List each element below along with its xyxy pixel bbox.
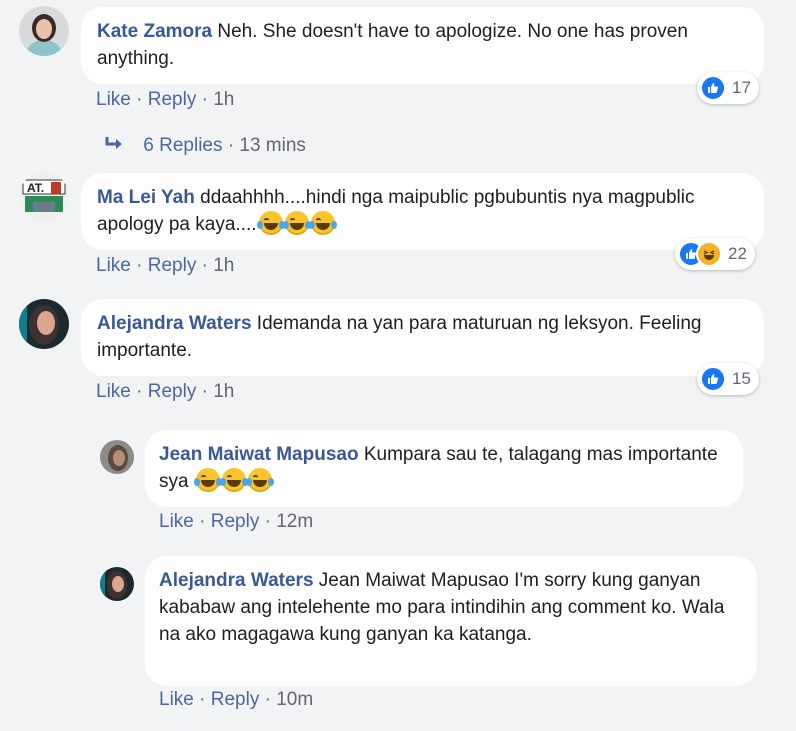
comment-actions: Like · Reply · 1h (96, 89, 234, 111)
avatar[interactable] (100, 567, 134, 601)
reply-button[interactable]: Reply (211, 511, 260, 532)
reply-button[interactable]: Reply (211, 689, 260, 710)
separator: · (136, 89, 143, 110)
comment-bubble: Alejandra Waters Idemanda na yan para ma… (81, 299, 764, 376)
like-button[interactable]: Like (96, 381, 131, 402)
avatar-photo (100, 440, 134, 474)
reply-button[interactable]: Reply (148, 89, 197, 110)
separator: · (264, 511, 271, 532)
laughing-tears-emoji (219, 468, 248, 492)
timestamp[interactable]: 12m (276, 511, 313, 532)
reply-actions: Like · Reply · 12m (159, 511, 313, 533)
reply-actions: Like · Reply · 10m (159, 689, 313, 711)
timestamp[interactable]: 1h (213, 89, 234, 110)
reaction-count: 17 (732, 78, 751, 97)
separator: · (201, 89, 208, 110)
like-icon (700, 366, 726, 392)
svg-text:AT.: AT. (27, 181, 44, 195)
laughing-tears-emoji (256, 211, 285, 235)
comment-author[interactable]: Ma Lei Yah (97, 187, 195, 208)
laughing-tears-emoji (245, 468, 274, 492)
haha-icon (696, 241, 722, 267)
avatar[interactable] (19, 6, 69, 56)
view-replies-link[interactable]: 6 Replies · 13 mins (104, 135, 306, 159)
reply-bubble: Jean Maiwat Mapusao Kumpara sau te, tala… (145, 430, 743, 507)
separator: · (201, 255, 208, 276)
avatar-photo (19, 6, 69, 56)
comment-bubble: Kate Zamora Neh. She doesn't have to apo… (81, 7, 764, 84)
reply-arrow-icon (104, 135, 126, 159)
emoji-group (256, 211, 337, 235)
reply-bubble: Alejandra Waters Jean Maiwat Mapusao I'm… (145, 556, 757, 686)
separator: · (199, 689, 206, 710)
emoji-group (193, 468, 274, 492)
separator: · (201, 381, 208, 402)
timestamp[interactable]: 10m (276, 689, 313, 710)
separator: · (199, 511, 206, 532)
like-button[interactable]: Like (96, 89, 131, 110)
replies-time: 13 mins (239, 135, 306, 156)
replies-count[interactable]: 6 Replies (143, 135, 222, 156)
timestamp[interactable]: 1h (213, 255, 234, 276)
like-button[interactable]: Like (159, 511, 194, 532)
avatar-photo (100, 567, 134, 601)
like-icon (700, 75, 726, 101)
separator: · (227, 135, 235, 156)
reply-author[interactable]: Alejandra Waters (159, 570, 314, 591)
reply-button[interactable]: Reply (148, 381, 197, 402)
laughing-tears-emoji (282, 211, 311, 235)
comment-actions: Like · Reply · 1h (96, 381, 234, 403)
reply-button[interactable]: Reply (148, 255, 197, 276)
separator: · (264, 689, 271, 710)
like-button[interactable]: Like (96, 255, 131, 276)
avatar[interactable]: AT. (19, 172, 69, 222)
laughing-tears-emoji (193, 468, 222, 492)
reaction-summary[interactable]: 22 (675, 238, 755, 270)
avatar[interactable] (19, 299, 69, 349)
reaction-summary[interactable]: 17 (697, 72, 759, 104)
laughing-tears-emoji (308, 211, 337, 235)
reaction-count: 22 (728, 244, 747, 263)
reaction-count: 15 (732, 369, 751, 388)
avatar-photo (19, 299, 69, 349)
timestamp[interactable]: 1h (213, 381, 234, 402)
comment-author[interactable]: Alejandra Waters (97, 313, 252, 334)
comment-bubble: Ma Lei Yah ddaahhhh....hindi nga maipubl… (81, 173, 764, 250)
comment-actions: Like · Reply · 1h (96, 255, 234, 277)
avatar[interactable] (100, 440, 134, 474)
reaction-summary[interactable]: 15 (697, 363, 759, 395)
like-button[interactable]: Like (159, 689, 194, 710)
separator: · (136, 255, 143, 276)
comment-author[interactable]: Kate Zamora (97, 21, 212, 42)
avatar-photo: AT. (19, 172, 69, 222)
separator: · (136, 381, 143, 402)
reply-author[interactable]: Jean Maiwat Mapusao (159, 444, 359, 465)
